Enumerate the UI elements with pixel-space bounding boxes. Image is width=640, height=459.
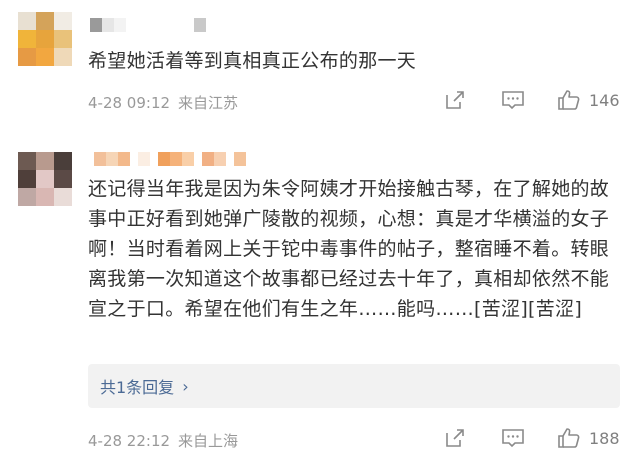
like-count: 146 <box>589 90 620 110</box>
comment-icon <box>501 427 525 449</box>
like-icon <box>557 426 581 450</box>
avatar[interactable] <box>18 12 72 66</box>
like-button[interactable]: 146 <box>557 88 620 112</box>
comment-date: 4-28 09:12 <box>88 94 171 112</box>
comment-button[interactable] <box>501 89 525 111</box>
username-mosaic[interactable] <box>90 18 210 32</box>
username-mosaic[interactable] <box>94 152 254 166</box>
comment-meta: 4-28 22:12 来自上海 <box>88 430 238 451</box>
like-button[interactable]: 188 <box>557 426 620 450</box>
comment-text: 还记得当年我是因为朱令阿姨才开始接触古琴，在了解她的故事中正好看到她弹广陵散的视… <box>88 178 610 320</box>
comment-date: 4-28 22:12 <box>88 432 171 450</box>
share-button[interactable] <box>444 89 466 111</box>
comment-icon <box>501 89 525 111</box>
share-icon <box>444 427 466 449</box>
avatar[interactable] <box>18 152 72 206</box>
like-icon <box>557 88 581 112</box>
comment-text: 希望她活着等到真相真正公布的那一天 <box>88 50 417 72</box>
comment-meta: 4-28 09:12 来自江苏 <box>88 92 238 113</box>
comment-button[interactable] <box>501 427 525 449</box>
share-icon <box>444 89 466 111</box>
comment-item: 还记得当年我是因为朱令阿姨才开始接触古琴，在了解她的故事中正好看到她弹广陵散的视… <box>0 132 640 459</box>
like-count: 188 <box>589 428 620 448</box>
share-button[interactable] <box>444 427 466 449</box>
comment-source: 来自上海 <box>178 432 239 450</box>
chevron-right-icon: › <box>182 376 189 396</box>
comment-item: 希望她活着等到真相真正公布的那一天 4-28 09:12 来自江苏 146 <box>0 0 640 132</box>
reply-link[interactable]: 共1条回复 › <box>88 364 620 408</box>
comment-source: 来自江苏 <box>178 94 239 112</box>
reply-count-label: 共1条回复 <box>100 378 175 397</box>
